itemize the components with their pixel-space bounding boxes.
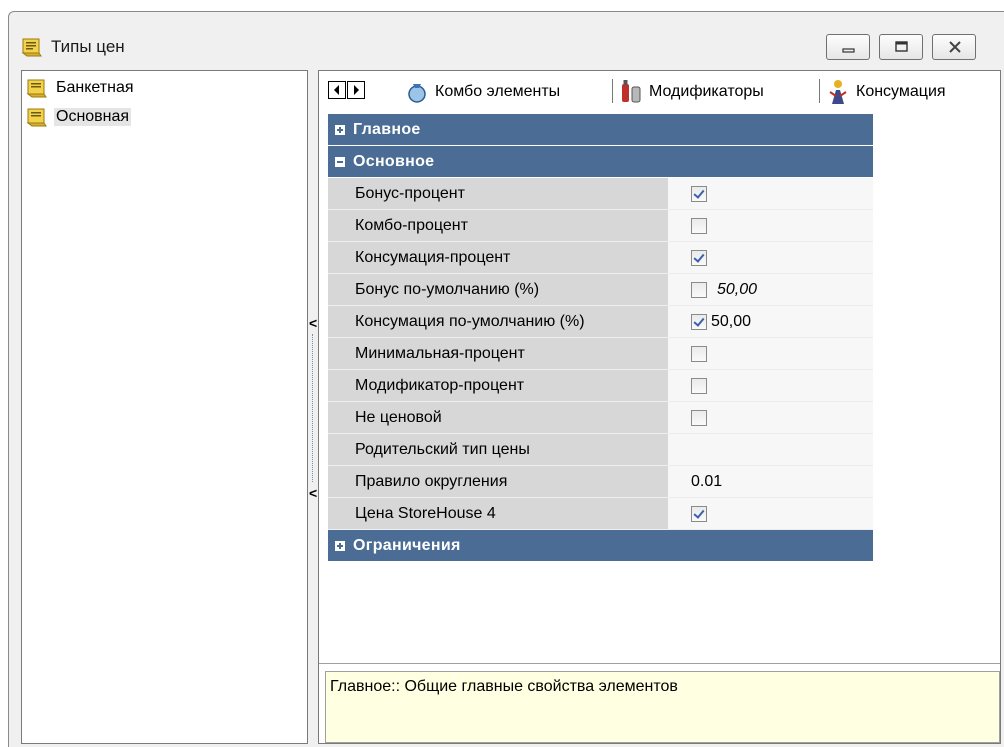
checkbox-unchecked[interactable] [691,409,707,426]
tree-item-basic[interactable]: Основная [26,105,132,129]
property-value[interactable] [668,498,873,530]
property-row-minimal-percent[interactable]: Минимальная-процент [328,338,873,370]
folder-doc-icon [21,38,42,57]
group-label: Главное [353,120,421,138]
divider [319,663,1000,664]
property-value[interactable] [668,402,873,434]
properties-panel: Комбо элементы Модификаторы Консумация Г… [318,70,1001,744]
tab-separator [612,79,613,103]
property-description: Главное:: Общие главные свойства элемент… [325,671,1000,743]
panel-splitter[interactable]: < < [309,312,317,512]
property-name: Не ценовой [328,402,668,434]
checkbox-checked[interactable] [691,313,707,330]
tree-item-label: Банкетная [56,79,134,96]
property-name: Бонус-процент [328,178,668,210]
collapse-arrow-icon[interactable]: < [309,316,317,330]
maximize-button[interactable] [879,34,923,60]
property-name: Консумация по-умолчанию (%) [328,306,668,338]
property-row-rounding-rule[interactable]: Правило округления 0.01 [328,466,873,498]
property-row-bonus-percent[interactable]: Бонус-процент [328,178,873,210]
property-row-non-price[interactable]: Не ценовой [328,402,873,434]
arrow-left-icon [334,85,339,95]
group-label: Основное [353,152,435,170]
property-row-modifier-percent[interactable]: Модификатор-процент [328,370,873,402]
property-value[interactable] [668,210,873,242]
price-types-tree[interactable]: Банкетная Основная [21,70,308,744]
window-title: Типы цен [51,37,125,56]
checkbox-checked[interactable] [691,505,707,522]
consumption-icon [829,80,847,104]
property-name: Комбо-процент [328,210,668,242]
close-icon [949,41,961,53]
expand-icon[interactable] [335,124,345,135]
arrow-right-icon [354,85,359,95]
tree-item-label: Основная [54,108,132,126]
tab-consumption[interactable]: Консумация [826,77,946,107]
price-types-window: Типы цен Банкетная Основная < < Комбо эл… [8,11,1004,747]
group-label: Ограничения [353,536,461,554]
property-name: Бонус по-умолчанию (%) [328,274,668,306]
tab-modifiers[interactable]: Модификаторы [619,77,764,107]
tab-label: Консумация [856,83,946,100]
property-row-parent-price-type[interactable]: Родительский тип цены [328,434,873,466]
property-grid[interactable]: Главное Основное Бонус-процент Комбо-про… [328,114,873,562]
property-value[interactable]: 50,00 [668,306,873,338]
value-text[interactable]: 50,00 [711,313,751,331]
property-row-storehouse-price[interactable]: Цена StoreHouse 4 [328,498,873,530]
tab-combo-elements[interactable]: Комбо элементы [405,77,560,107]
group-header-basic[interactable]: Основное [328,146,873,178]
tree-item-banquet[interactable]: Банкетная [26,76,136,100]
checkbox-unchecked[interactable] [691,217,707,234]
property-value[interactable]: 0.01 [668,466,873,498]
property-name: Правило округления [328,466,668,498]
folder-doc-icon [26,79,47,98]
group-header-main[interactable]: Главное [328,114,873,146]
close-button[interactable] [932,34,976,60]
checkbox-unchecked[interactable] [691,345,707,362]
property-name: Консумация-процент [328,242,668,274]
combo-icon [408,84,426,103]
splitter-grip [312,334,314,482]
property-row-consumption-percent[interactable]: Консумация-процент [328,242,873,274]
property-name: Цена StoreHouse 4 [328,498,668,530]
property-row-bonus-default[interactable]: Бонус по-умолчанию (%) 50,00 [328,274,873,306]
collapse-arrow-icon[interactable]: < [309,486,317,500]
modifiers-icon [622,80,641,103]
tab-scroll-left-button[interactable] [328,81,346,99]
tab-scroll-right-button[interactable] [347,81,365,99]
tab-label: Комбо элементы [435,83,561,100]
value-text[interactable]: 50,00 [717,281,757,299]
tab-bar: Комбо элементы Модификаторы Консумация [319,71,1000,113]
checkbox-checked[interactable] [691,185,707,202]
property-name: Минимальная-процент [328,338,668,370]
maximize-icon [895,41,908,52]
collapse-icon[interactable] [335,156,345,167]
property-row-consumption-default[interactable]: Консумация по-умолчанию (%) 50,00 [328,306,873,338]
group-header-limits[interactable]: Ограничения [328,530,873,562]
title-bar[interactable]: Типы цен [9,12,1004,70]
property-value[interactable] [668,434,873,466]
property-value[interactable] [668,242,873,274]
expand-icon[interactable] [335,540,345,551]
property-value[interactable] [668,370,873,402]
checkbox-unchecked[interactable] [691,281,707,298]
minimize-icon [842,48,855,53]
minimize-button[interactable] [826,34,870,60]
tab-separator [819,79,820,103]
property-value[interactable]: 50,00 [668,274,873,306]
property-row-combo-percent[interactable]: Комбо-процент [328,210,873,242]
property-value[interactable] [668,178,873,210]
property-name: Родительский тип цены [328,434,668,466]
tab-label: Модификаторы [649,83,764,100]
folder-doc-icon [26,108,47,127]
checkbox-unchecked[interactable] [691,377,707,394]
checkbox-checked[interactable] [691,249,707,266]
property-value[interactable] [668,338,873,370]
property-name: Модификатор-процент [328,370,668,402]
